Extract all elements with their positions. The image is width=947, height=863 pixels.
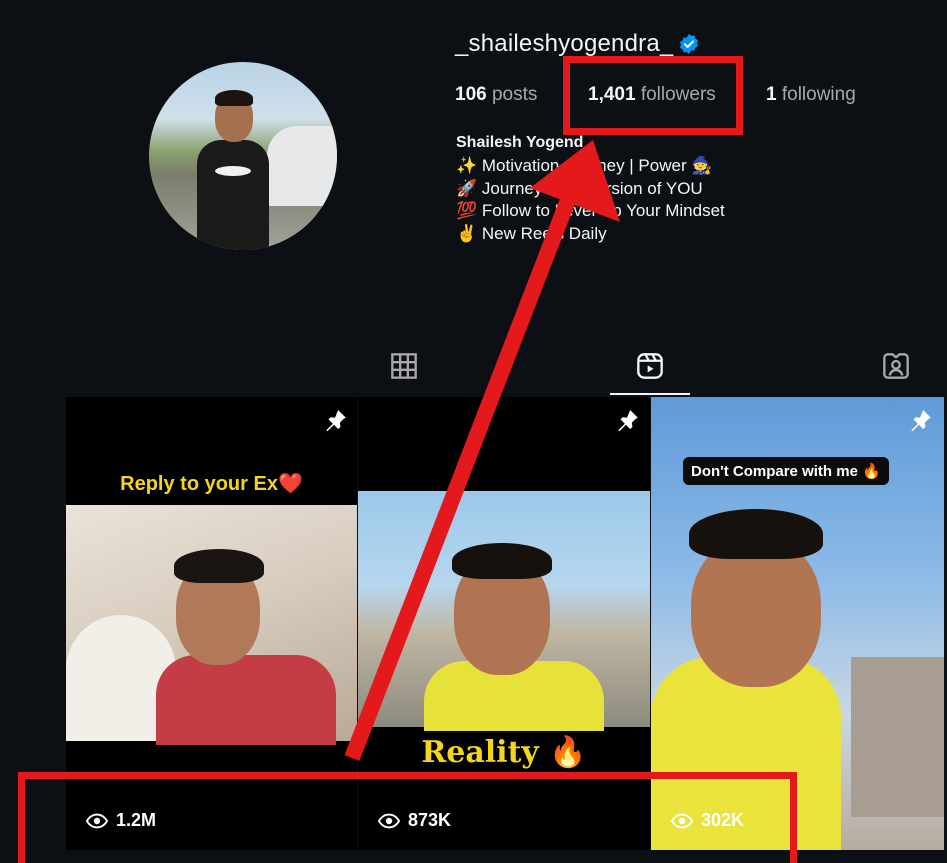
annotation-arrow [344,140,620,761]
